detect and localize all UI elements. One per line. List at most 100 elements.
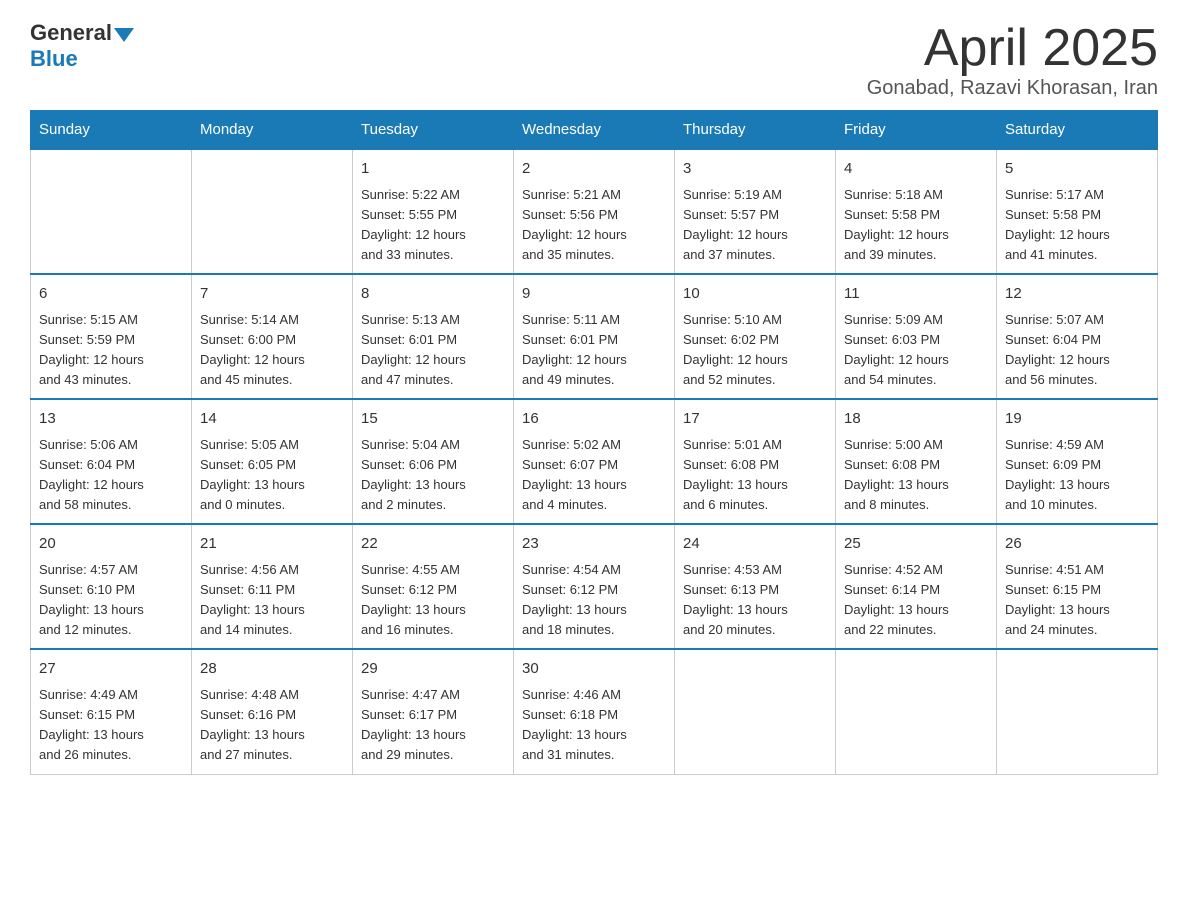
day-number: 2 xyxy=(522,158,666,181)
page-header: General Blue April 2025 Gonabad, Razavi … xyxy=(30,20,1158,100)
calendar-cell: 9 Sunrise: 5:11 AMSunset: 6:01 PMDaylight… xyxy=(514,274,675,399)
day-info: Sunrise: 5:04 AMSunset: 6:06 PMDaylight:… xyxy=(361,435,505,516)
calendar-header-tuesday: Tuesday xyxy=(353,111,514,150)
day-number: 14 xyxy=(200,408,344,431)
day-info: Sunrise: 5:21 AMSunset: 5:56 PMDaylight:… xyxy=(522,185,666,266)
calendar-cell: 11 Sunrise: 5:09 AMSunset: 6:03 PMDayligh… xyxy=(836,274,997,399)
day-number: 15 xyxy=(361,408,505,431)
day-number: 9 xyxy=(522,283,666,306)
calendar-cell: 4 Sunrise: 5:18 AMSunset: 5:58 PMDaylight… xyxy=(836,149,997,274)
calendar-cell: 28 Sunrise: 4:48 AMSunset: 6:16 PMDayligh… xyxy=(192,649,353,774)
day-info: Sunrise: 5:07 AMSunset: 6:04 PMDaylight:… xyxy=(1005,310,1149,391)
day-number: 25 xyxy=(844,533,988,556)
day-number: 28 xyxy=(200,658,344,681)
calendar-cell: 23Sunrise: 4:54 AMSunset: 6:12 PMDayligh… xyxy=(514,524,675,649)
calendar-cell: 25 Sunrise: 4:52 AMSunset: 6:14 PMDayligh… xyxy=(836,524,997,649)
calendar-cell xyxy=(31,149,192,274)
calendar-cell: 19 Sunrise: 4:59 AMSunset: 6:09 PMDayligh… xyxy=(997,399,1158,524)
calendar-cell: 7 Sunrise: 5:14 AMSunset: 6:00 PMDaylight… xyxy=(192,274,353,399)
calendar-cell: 8 Sunrise: 5:13 AMSunset: 6:01 PMDaylight… xyxy=(353,274,514,399)
day-number: 19 xyxy=(1005,408,1149,431)
day-number: 7 xyxy=(200,283,344,306)
day-number: 27 xyxy=(39,658,183,681)
day-info: Sunrise: 5:02 AMSunset: 6:07 PMDaylight:… xyxy=(522,435,666,516)
day-info: Sunrise: 4:53 AMSunset: 6:13 PMDaylight:… xyxy=(683,560,827,641)
day-info: Sunrise: 5:11 AMSunset: 6:01 PMDaylight:… xyxy=(522,310,666,391)
day-info: Sunrise: 5:10 AMSunset: 6:02 PMDaylight:… xyxy=(683,310,827,391)
calendar-header-saturday: Saturday xyxy=(997,111,1158,150)
calendar-cell: 5Sunrise: 5:17 AMSunset: 5:58 PMDaylight… xyxy=(997,149,1158,274)
day-info: Sunrise: 5:01 AMSunset: 6:08 PMDaylight:… xyxy=(683,435,827,516)
calendar-cell: 21 Sunrise: 4:56 AMSunset: 6:11 PMDayligh… xyxy=(192,524,353,649)
calendar-cell: 3Sunrise: 5:19 AMSunset: 5:57 PMDaylight… xyxy=(675,149,836,274)
day-info: Sunrise: 5:18 AMSunset: 5:58 PMDaylight:… xyxy=(844,185,988,266)
calendar-cell xyxy=(997,649,1158,774)
calendar-cell: 27 Sunrise: 4:49 AMSunset: 6:15 PMDayligh… xyxy=(31,649,192,774)
day-info: Sunrise: 4:51 AMSunset: 6:15 PMDaylight:… xyxy=(1005,560,1149,641)
day-info: Sunrise: 5:15 AMSunset: 5:59 PMDaylight:… xyxy=(39,310,183,391)
day-info: Sunrise: 5:05 AMSunset: 6:05 PMDaylight:… xyxy=(200,435,344,516)
day-number: 20 xyxy=(39,533,183,556)
calendar-cell: 26 Sunrise: 4:51 AMSunset: 6:15 PMDayligh… xyxy=(997,524,1158,649)
day-info: Sunrise: 4:48 AMSunset: 6:16 PMDaylight:… xyxy=(200,685,344,766)
calendar-cell: 22 Sunrise: 4:55 AMSunset: 6:12 PMDayligh… xyxy=(353,524,514,649)
calendar-header-monday: Monday xyxy=(192,111,353,150)
day-number: 22 xyxy=(361,533,505,556)
day-number: 17 xyxy=(683,408,827,431)
day-info: Sunrise: 4:49 AMSunset: 6:15 PMDaylight:… xyxy=(39,685,183,766)
calendar-cell: 24 Sunrise: 4:53 AMSunset: 6:13 PMDayligh… xyxy=(675,524,836,649)
logo-blue-text: Blue xyxy=(30,46,78,72)
day-info: Sunrise: 4:47 AMSunset: 6:17 PMDaylight:… xyxy=(361,685,505,766)
day-info: Sunrise: 4:55 AMSunset: 6:12 PMDaylight:… xyxy=(361,560,505,641)
day-number: 29 xyxy=(361,658,505,681)
day-number: 21 xyxy=(200,533,344,556)
calendar-cell: 15 Sunrise: 5:04 AMSunset: 6:06 PMDayligh… xyxy=(353,399,514,524)
day-info: Sunrise: 4:56 AMSunset: 6:11 PMDaylight:… xyxy=(200,560,344,641)
day-info: Sunrise: 5:13 AMSunset: 6:01 PMDaylight:… xyxy=(361,310,505,391)
day-number: 10 xyxy=(683,283,827,306)
day-number: 5 xyxy=(1005,158,1149,181)
calendar-header-sunday: Sunday xyxy=(31,111,192,150)
logo: General Blue xyxy=(30,20,134,72)
title-section: April 2025 Gonabad, Razavi Khorasan, Ira… xyxy=(867,20,1158,100)
day-number: 18 xyxy=(844,408,988,431)
day-info: Sunrise: 5:14 AMSunset: 6:00 PMDaylight:… xyxy=(200,310,344,391)
day-info: Sunrise: 4:57 AMSunset: 6:10 PMDaylight:… xyxy=(39,560,183,641)
day-number: 24 xyxy=(683,533,827,556)
calendar-cell: 14 Sunrise: 5:05 AMSunset: 6:05 PMDayligh… xyxy=(192,399,353,524)
day-info: Sunrise: 4:54 AMSunset: 6:12 PMDaylight:… xyxy=(522,560,666,641)
logo-arrow-icon xyxy=(114,28,134,42)
calendar-cell: 17 Sunrise: 5:01 AMSunset: 6:08 PMDayligh… xyxy=(675,399,836,524)
day-number: 13 xyxy=(39,408,183,431)
calendar-cell: 13Sunrise: 5:06 AMSunset: 6:04 PMDayligh… xyxy=(31,399,192,524)
calendar-cell: 29 Sunrise: 4:47 AMSunset: 6:17 PMDayligh… xyxy=(353,649,514,774)
calendar-cell xyxy=(192,149,353,274)
day-info: Sunrise: 5:19 AMSunset: 5:57 PMDaylight:… xyxy=(683,185,827,266)
day-number: 8 xyxy=(361,283,505,306)
calendar-header-friday: Friday xyxy=(836,111,997,150)
calendar-cell: 2 Sunrise: 5:21 AMSunset: 5:56 PMDaylight… xyxy=(514,149,675,274)
calendar-cell: 1Sunrise: 5:22 AMSunset: 5:55 PMDaylight… xyxy=(353,149,514,274)
calendar-cell: 6 Sunrise: 5:15 AMSunset: 5:59 PMDaylight… xyxy=(31,274,192,399)
day-info: Sunrise: 4:59 AMSunset: 6:09 PMDaylight:… xyxy=(1005,435,1149,516)
day-number: 6 xyxy=(39,283,183,306)
logo-general-text: General xyxy=(30,20,112,46)
month-title: April 2025 xyxy=(867,20,1158,77)
calendar-cell xyxy=(836,649,997,774)
calendar-cell: 20 Sunrise: 4:57 AMSunset: 6:10 PMDayligh… xyxy=(31,524,192,649)
calendar-cell: 16Sunrise: 5:02 AMSunset: 6:07 PMDayligh… xyxy=(514,399,675,524)
location-subtitle: Gonabad, Razavi Khorasan, Iran xyxy=(867,77,1158,100)
calendar-table: SundayMondayTuesdayWednesdayThursdayFrid… xyxy=(30,110,1158,774)
day-number: 4 xyxy=(844,158,988,181)
calendar-cell xyxy=(675,649,836,774)
calendar-cell: 10 Sunrise: 5:10 AMSunset: 6:02 PMDayligh… xyxy=(675,274,836,399)
day-number: 26 xyxy=(1005,533,1149,556)
day-info: Sunrise: 5:09 AMSunset: 6:03 PMDaylight:… xyxy=(844,310,988,391)
calendar-header-thursday: Thursday xyxy=(675,111,836,150)
day-number: 11 xyxy=(844,283,988,306)
day-number: 30 xyxy=(522,658,666,681)
day-info: Sunrise: 4:52 AMSunset: 6:14 PMDaylight:… xyxy=(844,560,988,641)
calendar-cell: 30Sunrise: 4:46 AMSunset: 6:18 PMDayligh… xyxy=(514,649,675,774)
day-info: Sunrise: 5:00 AMSunset: 6:08 PMDaylight:… xyxy=(844,435,988,516)
calendar-cell: 18 Sunrise: 5:00 AMSunset: 6:08 PMDayligh… xyxy=(836,399,997,524)
